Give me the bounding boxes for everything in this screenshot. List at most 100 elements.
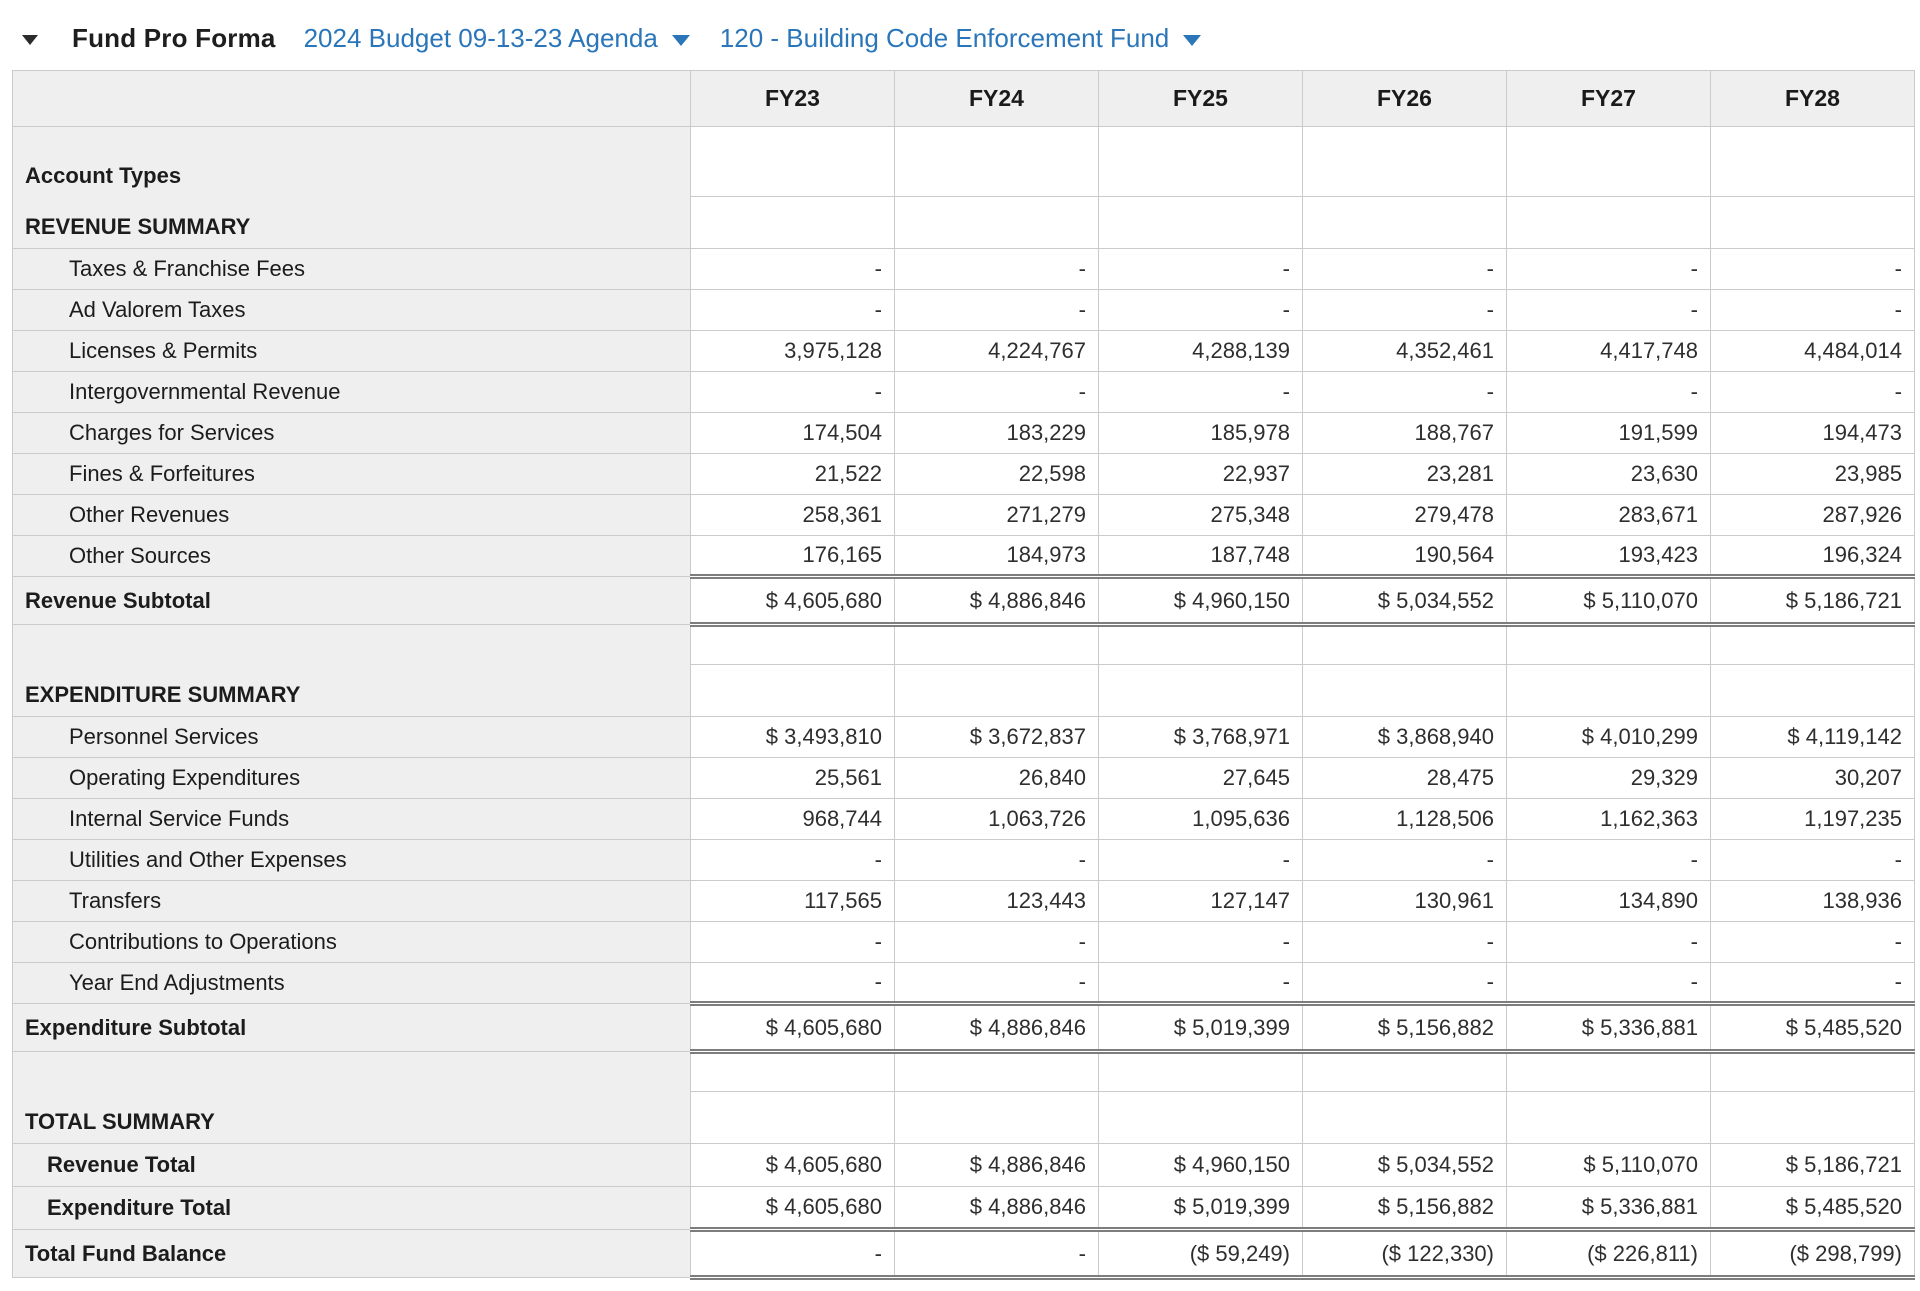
cell-fy28: [1711, 127, 1915, 197]
row-label: Fines & Forfeitures: [13, 454, 691, 495]
cell-fy24: 4,224,767: [895, 331, 1099, 372]
row-label: Charges for Services: [13, 413, 691, 454]
column-header: FY26: [1303, 71, 1507, 127]
cell-fy27: 193,423: [1507, 536, 1711, 577]
cell-fy26: $ 3,868,940: [1303, 717, 1507, 758]
row-label: Account Types: [13, 127, 691, 197]
cell-fy26: -: [1303, 922, 1507, 963]
cell-fy28: -: [1711, 249, 1915, 290]
cell-fy24: -: [895, 963, 1099, 1004]
table-row: Licenses & Permits 3,975,128 4,224,767 4…: [13, 331, 1915, 372]
cell-fy24: 22,598: [895, 454, 1099, 495]
cell-fy24: 184,973: [895, 536, 1099, 577]
row-label: REVENUE SUMMARY: [13, 197, 691, 249]
cell-fy27: [1507, 127, 1711, 197]
cell-fy24: [895, 625, 1099, 665]
cell-fy28: [1711, 1052, 1915, 1092]
cell-fy26: 4,352,461: [1303, 331, 1507, 372]
cell-fy28: $ 5,485,520: [1711, 1004, 1915, 1052]
table-row: Other Revenues 258,361 271,279 275,348 2…: [13, 495, 1915, 536]
cell-fy25: 185,978: [1099, 413, 1303, 454]
cell-fy27: 191,599: [1507, 413, 1711, 454]
cell-fy27: -: [1507, 249, 1711, 290]
corner-cell: [13, 71, 691, 127]
cell-fy23: 968,744: [691, 799, 895, 840]
row-label: Year End Adjustments: [13, 963, 691, 1004]
row-label: Total Fund Balance: [13, 1230, 691, 1278]
table-row: Charges for Services 174,504 183,229 185…: [13, 413, 1915, 454]
cell-fy23: -: [691, 372, 895, 413]
cell-fy25: 22,937: [1099, 454, 1303, 495]
cell-fy27: -: [1507, 372, 1711, 413]
cell-fy26: [1303, 197, 1507, 249]
cell-fy26: -: [1303, 372, 1507, 413]
cell-fy26: ($ 122,330): [1303, 1230, 1507, 1278]
row-label: Expenditure Total: [13, 1187, 691, 1230]
cell-fy28: 30,207: [1711, 758, 1915, 799]
cell-fy28: 23,985: [1711, 454, 1915, 495]
cell-fy24: [895, 127, 1099, 197]
cell-fy24: $ 3,672,837: [895, 717, 1099, 758]
cell-fy27: -: [1507, 922, 1711, 963]
cell-fy23: 21,522: [691, 454, 895, 495]
table-row: [13, 625, 1915, 665]
cell-fy23: -: [691, 963, 895, 1004]
row-label: Revenue Subtotal: [13, 577, 691, 625]
cell-fy24: -: [895, 1230, 1099, 1278]
cell-fy28: ($ 298,799): [1711, 1230, 1915, 1278]
table-row: [13, 1052, 1915, 1092]
cell-fy28: -: [1711, 963, 1915, 1004]
table-row: Ad Valorem Taxes - - - - - -: [13, 290, 1915, 331]
cell-fy24: 26,840: [895, 758, 1099, 799]
cell-fy23: -: [691, 1230, 895, 1278]
cell-fy27: [1507, 665, 1711, 717]
table-row: TOTAL SUMMARY: [13, 1092, 1915, 1144]
cell-fy24: $ 4,886,846: [895, 1144, 1099, 1187]
cell-fy23: [691, 1052, 895, 1092]
cell-fy26: -: [1303, 963, 1507, 1004]
cell-fy25: $ 4,960,150: [1099, 577, 1303, 625]
cell-fy24: -: [895, 922, 1099, 963]
table-row: REVENUE SUMMARY: [13, 197, 1915, 249]
cell-fy27: $ 5,336,881: [1507, 1187, 1711, 1230]
cell-fy26: $ 5,034,552: [1303, 577, 1507, 625]
row-label: [13, 625, 691, 665]
fund-dropdown[interactable]: 120 - Building Code Enforcement Fund: [720, 23, 1202, 54]
cell-fy25: $ 5,019,399: [1099, 1004, 1303, 1052]
cell-fy26: -: [1303, 840, 1507, 881]
cell-fy25: -: [1099, 963, 1303, 1004]
row-label: Revenue Total: [13, 1144, 691, 1187]
table-row: EXPENDITURE SUMMARY: [13, 665, 1915, 717]
cell-fy27: -: [1507, 840, 1711, 881]
cell-fy27: ($ 226,811): [1507, 1230, 1711, 1278]
row-label: Personnel Services: [13, 717, 691, 758]
cell-fy27: -: [1507, 290, 1711, 331]
row-label: Utilities and Other Expenses: [13, 840, 691, 881]
cell-fy25: $ 4,960,150: [1099, 1144, 1303, 1187]
cell-fy27: 4,417,748: [1507, 331, 1711, 372]
cell-fy28: 194,473: [1711, 413, 1915, 454]
cell-fy28: $ 4,119,142: [1711, 717, 1915, 758]
table-row: Revenue Subtotal $ 4,605,680 $ 4,886,846…: [13, 577, 1915, 625]
budget-version-dropdown[interactable]: 2024 Budget 09-13-23 Agenda: [304, 23, 690, 54]
cell-fy25: 127,147: [1099, 881, 1303, 922]
table-row: Fines & Forfeitures 21,522 22,598 22,937…: [13, 454, 1915, 495]
cell-fy25: 275,348: [1099, 495, 1303, 536]
cell-fy26: $ 5,156,882: [1303, 1187, 1507, 1230]
cell-fy28: -: [1711, 840, 1915, 881]
cell-fy24: -: [895, 249, 1099, 290]
cell-fy23: [691, 665, 895, 717]
cell-fy25: -: [1099, 290, 1303, 331]
cell-fy24: [895, 1092, 1099, 1144]
fund-dropdown-label: 120 - Building Code Enforcement Fund: [720, 23, 1170, 54]
cell-fy28: 287,926: [1711, 495, 1915, 536]
cell-fy28: 4,484,014: [1711, 331, 1915, 372]
collapse-triangle-icon[interactable]: [22, 35, 38, 45]
cell-fy27: 23,630: [1507, 454, 1711, 495]
cell-fy25: [1099, 625, 1303, 665]
cell-fy25: ($ 59,249): [1099, 1230, 1303, 1278]
cell-fy27: -: [1507, 963, 1711, 1004]
cell-fy27: [1507, 1052, 1711, 1092]
table-row: Operating Expenditures 25,561 26,840 27,…: [13, 758, 1915, 799]
table-row: Intergovernmental Revenue - - - - - -: [13, 372, 1915, 413]
